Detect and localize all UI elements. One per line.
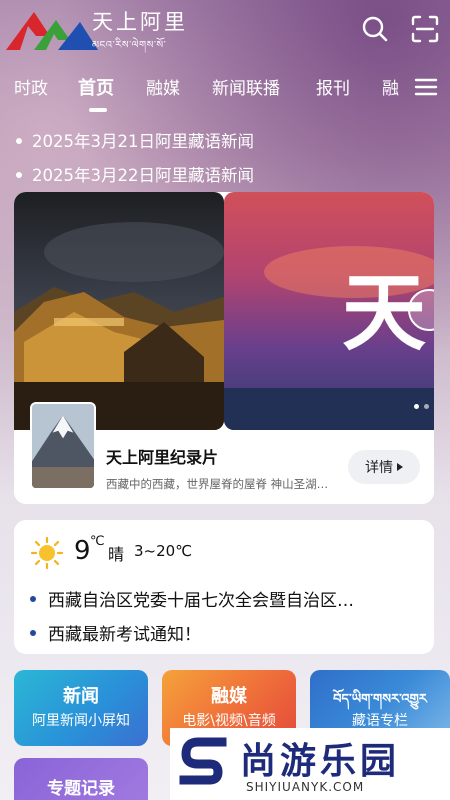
- temperature-range: 3~20℃: [134, 542, 193, 560]
- temperature-unit: ℃: [90, 534, 105, 549]
- carousel-slide-potala[interactable]: [14, 192, 224, 430]
- bullet-icon: [16, 171, 22, 178]
- app-title: 天上阿里: [92, 10, 188, 34]
- details-button[interactable]: 详情: [348, 450, 420, 484]
- tile-subtitle: 藏语专栏: [352, 713, 408, 729]
- channel-tabs: 时政 首页 融媒 新闻联播 报刊 融: [0, 66, 450, 112]
- notice-item[interactable]: 2025年3月21日阿里藏语新闻: [16, 128, 254, 152]
- weather-condition: 晴: [108, 545, 125, 564]
- menu-icon[interactable]: [414, 76, 438, 98]
- tile-title: 融媒: [211, 686, 247, 707]
- news-text: 西藏最新考试通知！: [48, 625, 201, 645]
- tab-rong[interactable]: 融: [382, 74, 399, 99]
- active-tab-indicator: [89, 108, 107, 112]
- carousel-dot[interactable]: [424, 404, 429, 409]
- details-label: 详情: [365, 460, 393, 476]
- app-header: 天上阿里 མངའ་རིས་ལེགས་སོ་: [0, 0, 450, 60]
- search-icon[interactable]: [360, 14, 390, 44]
- watermark-text: 尚游乐园: [240, 741, 401, 782]
- watermark-url: SHIYIUANYK.COM: [246, 780, 365, 794]
- tile-subtitle: 阿里新闻小屏知: [32, 713, 130, 729]
- news-item[interactable]: 西藏自治区党委十届七次全会暨自治区…: [30, 586, 422, 611]
- bullet-icon: [16, 137, 22, 144]
- scan-icon[interactable]: [410, 14, 440, 44]
- notice-text: 2025年3月22日阿里藏语新闻: [32, 166, 254, 185]
- documentary-title: 天上阿里纪录片: [106, 448, 219, 467]
- tab-newspaper[interactable]: 报刊: [316, 74, 350, 99]
- watermark: 尚游乐园 SHIYIUANYK.COM: [170, 728, 450, 800]
- documentary-thumbnail: [30, 402, 96, 490]
- play-triangle-icon: [397, 463, 403, 471]
- tab-shizheng[interactable]: 时政: [14, 74, 48, 99]
- tab-news-broadcast[interactable]: 新闻联播: [212, 74, 280, 99]
- watermark-logo-icon: [179, 737, 227, 785]
- temperature-value: 9: [74, 536, 91, 566]
- tile-special-record[interactable]: 专题记录: [14, 758, 148, 800]
- bullet-icon: [30, 630, 36, 636]
- notice-item[interactable]: 2025年3月22日阿里藏语新闻: [16, 162, 254, 186]
- carousel-slide-sunset[interactable]: 天: [224, 192, 434, 430]
- tile-subtitle: 电影\视频\音频: [182, 713, 276, 729]
- app-subtitle: མངའ་རིས་ལེགས་སོ་: [92, 40, 167, 51]
- tile-title: 新闻: [63, 686, 99, 707]
- documentary-card[interactable]: 天 天上阿里纪录片 西藏中的西藏，世界屋脊的屋脊 神山圣湖… 详情: [14, 192, 434, 504]
- carousel-dot-active[interactable]: [414, 404, 419, 409]
- sunny-icon: [30, 536, 64, 570]
- documentary-description: 西藏中的西藏，世界屋脊的屋脊 神山圣湖…: [106, 477, 329, 491]
- news-item[interactable]: 西藏最新考试通知！: [30, 620, 422, 645]
- weather-news-card: 9 ℃ 晴 3~20℃ 西藏自治区党委十届七次全会暨自治区… 西藏最新考试通知！: [14, 520, 434, 654]
- notice-text: 2025年3月21日阿里藏语新闻: [32, 132, 254, 151]
- tile-title: 专题记录: [47, 779, 115, 799]
- tile-news[interactable]: 新闻 阿里新闻小屏知: [14, 670, 148, 746]
- tab-rongmei[interactable]: 融媒: [146, 74, 180, 99]
- news-text: 西藏自治区党委十届七次全会暨自治区…: [48, 591, 354, 611]
- bullet-icon: [30, 596, 36, 602]
- tab-home[interactable]: 首页: [78, 74, 114, 100]
